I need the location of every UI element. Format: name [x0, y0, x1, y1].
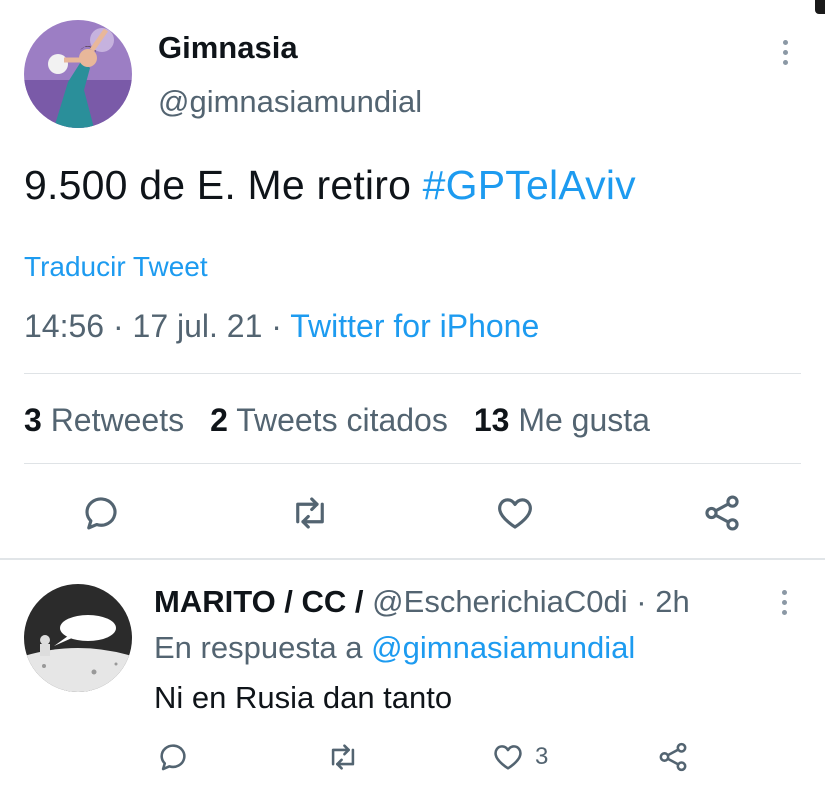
retweets-stat[interactable]: 3 Retweets: [24, 402, 184, 439]
likes-count: 13: [473, 402, 510, 438]
reply-author-avatar[interactable]: [24, 584, 132, 692]
divider: [24, 373, 801, 374]
reply-like-count: 3: [535, 743, 549, 770]
divider: [24, 463, 801, 464]
author-handle[interactable]: @gimnasiamundial: [158, 84, 422, 120]
retweet-icon[interactable]: [287, 490, 333, 536]
tweet-text-body: 9.500 de E. Me retiro: [24, 162, 423, 208]
reply-author-handle[interactable]: @EscherichiaC0di: [372, 584, 627, 619]
hashtag-link[interactable]: #GPTelAviv: [423, 162, 636, 208]
retweets-count: 3: [24, 402, 42, 438]
tweet-text: 9.500 de E. Me retiro #GPTelAviv: [24, 162, 636, 209]
reply-more-options-icon[interactable]: [774, 590, 794, 615]
share-icon: [659, 742, 687, 772]
author-name[interactable]: Gimnasia: [158, 30, 298, 66]
replying-to-label: En respuesta a: [154, 630, 363, 665]
tweet-stats: 3 Retweets 2 Tweets citados 13 Me gusta: [24, 402, 676, 439]
window-edge: [815, 0, 825, 14]
tweet-meta: 14:56 · 17 jul. 21 · Twitter for iPhone: [24, 308, 539, 345]
more-options-icon[interactable]: [775, 40, 795, 65]
quotes-label: Tweets citados: [236, 402, 448, 438]
reply-time[interactable]: 2h: [655, 584, 689, 619]
like-icon[interactable]: [492, 490, 538, 536]
meta-separator: ·: [262, 308, 291, 344]
reply-retweet-button[interactable]: [326, 740, 360, 774]
like-icon: [494, 745, 522, 770]
meta-separator: ·: [627, 584, 656, 619]
likes-label: Me gusta: [518, 402, 650, 438]
tweet-source-link[interactable]: Twitter for iPhone: [290, 308, 539, 344]
tweet-time[interactable]: 14:56: [24, 308, 104, 344]
reply-share-button[interactable]: [656, 740, 690, 774]
quotes-stat[interactable]: 2 Tweets citados: [210, 402, 448, 439]
replying-to: En respuesta a @gimnasiamundial: [154, 630, 635, 666]
reply-like-button[interactable]: 3: [491, 740, 548, 774]
reply-header: MARITO / CC / @EscherichiaC0di · 2h: [154, 584, 690, 620]
author-avatar[interactable]: [24, 20, 132, 128]
meta-separator: ·: [104, 308, 133, 344]
reply-icon[interactable]: [78, 490, 124, 536]
reply-author-name[interactable]: MARITO / CC /: [154, 584, 364, 619]
replying-to-mention[interactable]: @gimnasiamundial: [371, 630, 635, 665]
quotes-count: 2: [210, 402, 228, 438]
reply-reply-button[interactable]: [156, 740, 190, 774]
share-icon[interactable]: [699, 490, 745, 536]
retweets-label: Retweets: [50, 402, 185, 438]
likes-stat[interactable]: 13 Me gusta: [474, 402, 650, 439]
retweet-icon: [331, 744, 355, 770]
section-separator: [0, 558, 825, 560]
reply-icon: [160, 744, 186, 771]
translate-tweet-link[interactable]: Traducir Tweet: [24, 251, 208, 283]
reply-text: Ni en Rusia dan tanto: [154, 680, 453, 715]
tweet-date[interactable]: 17 jul. 21: [133, 308, 263, 344]
